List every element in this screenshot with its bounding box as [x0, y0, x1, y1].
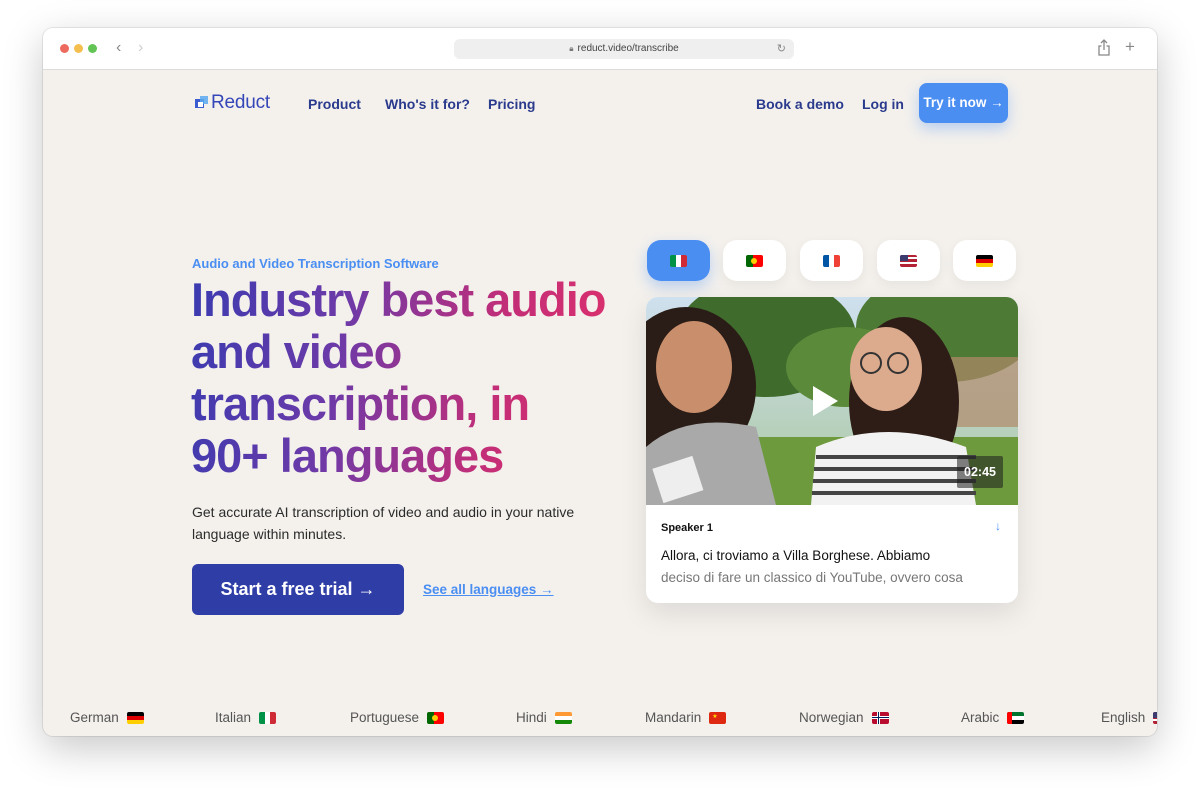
- language-tab-german[interactable]: [953, 240, 1016, 281]
- page-content: Reduct Product Who's it for? Pricing Boo…: [43, 70, 1157, 736]
- transcript-line-current: Allora, ci troviamo a Villa Borghese. Ab…: [661, 548, 931, 563]
- norway-flag-icon: [871, 711, 889, 724]
- reload-icon[interactable]: ↻: [777, 39, 786, 59]
- video-duration: 02:45: [957, 456, 1003, 488]
- hero-eyebrow: Audio and Video Transcription Software: [192, 256, 439, 271]
- browser-titlebar: ‹ › 🔒︎ reduct.video/transcribe ↻ +: [43, 28, 1157, 70]
- close-window-button[interactable]: [60, 44, 69, 53]
- url-text: reduct.video/transcribe: [577, 43, 679, 54]
- share-icon[interactable]: [1097, 39, 1111, 57]
- lock-icon: 🔒︎: [569, 44, 574, 53]
- nav-pricing[interactable]: Pricing: [488, 96, 535, 112]
- germany-flag-icon: [126, 711, 144, 724]
- language-item-english: English: [1101, 710, 1157, 725]
- language-label: Hindi: [516, 710, 547, 725]
- nav-whos-it-for[interactable]: Who's it for?: [385, 96, 470, 112]
- video-player[interactable]: 02:45: [646, 297, 1018, 505]
- language-item-norwegian: Norwegian: [799, 710, 889, 725]
- language-label: Portuguese: [350, 710, 420, 725]
- transcript-line-next: deciso di fare un classico di YouTube, o…: [661, 570, 963, 585]
- language-item-hindi: Hindi: [516, 710, 572, 725]
- germany-flag-icon: [976, 254, 993, 267]
- zoom-window-button[interactable]: [88, 44, 97, 53]
- book-demo-link[interactable]: Book a demo: [756, 96, 844, 112]
- speaker-label: Speaker 1: [661, 522, 713, 534]
- language-label: Arabic: [961, 710, 1000, 725]
- try-it-now-button[interactable]: Try it now →: [919, 83, 1008, 123]
- minimize-window-button[interactable]: [74, 44, 83, 53]
- language-tab-portuguese[interactable]: [723, 240, 786, 281]
- language-label: English: [1101, 710, 1146, 725]
- nav-product[interactable]: Product: [308, 96, 361, 112]
- language-tab-italian[interactable]: [647, 240, 710, 281]
- language-item-italian: Italian: [215, 710, 277, 725]
- language-item-german: German: [70, 710, 144, 725]
- hero-subtext: Get accurate AI transcription of video a…: [192, 504, 575, 542]
- india-flag-icon: [554, 711, 572, 724]
- language-label: Mandarin: [645, 710, 702, 725]
- forward-arrow-icon[interactable]: ›: [138, 38, 143, 58]
- browser-window: ‹ › 🔒︎ reduct.video/transcribe ↻ + Reduct…: [43, 28, 1157, 736]
- logo-text: Reduct: [211, 92, 271, 113]
- usa-flag-icon: [900, 254, 917, 267]
- language-item-portuguese: Portuguese: [350, 710, 445, 725]
- new-tab-icon[interactable]: +: [1125, 37, 1135, 57]
- back-arrow-icon[interactable]: ‹: [116, 38, 121, 58]
- italy-flag-icon: [259, 711, 277, 724]
- logo-mark-icon: [195, 96, 209, 110]
- play-icon[interactable]: [811, 385, 839, 417]
- login-link[interactable]: Log in: [862, 96, 904, 112]
- portugal-flag-icon: [427, 711, 445, 724]
- down-arrow-icon[interactable]: ↓: [995, 519, 1001, 533]
- china-flag-icon: ★: [709, 711, 727, 724]
- video-transcript-card: 02:45 Speaker 1 ↓ Allora, ci troviamo a …: [646, 297, 1018, 603]
- hero-headline: Industry best audio and video transcript…: [191, 274, 611, 482]
- see-all-languages-link[interactable]: See all languages →: [423, 582, 554, 597]
- portugal-flag-icon: [746, 254, 763, 267]
- language-tab-english[interactable]: [877, 240, 940, 281]
- france-flag-icon: [823, 254, 840, 267]
- uae-flag-icon: [1007, 711, 1025, 724]
- start-free-trial-button[interactable]: Start a free trial →: [192, 564, 404, 615]
- reduct-logo[interactable]: Reduct: [195, 92, 270, 114]
- language-label: Italian: [215, 710, 252, 725]
- italy-flag-icon: [670, 254, 687, 267]
- address-bar[interactable]: 🔒︎ reduct.video/transcribe ↻: [454, 39, 794, 59]
- language-label: German: [70, 710, 119, 725]
- usa-flag-icon: [1153, 711, 1157, 724]
- language-tab-french[interactable]: [800, 240, 863, 281]
- language-item-mandarin: Mandarin ★: [645, 710, 727, 725]
- language-label: Norwegian: [799, 710, 864, 725]
- language-item-arabic: Arabic: [961, 710, 1025, 725]
